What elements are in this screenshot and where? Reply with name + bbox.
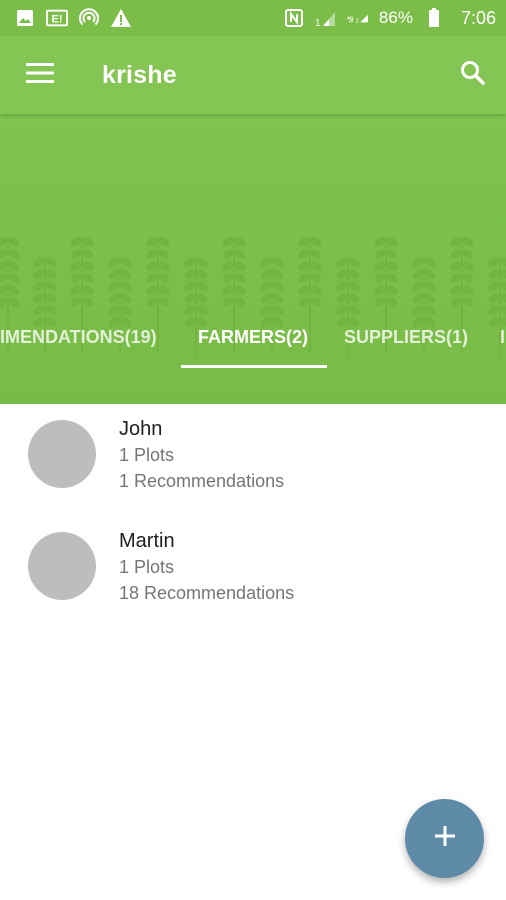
avatar — [28, 420, 96, 488]
tab-next[interactable]: I — [500, 306, 505, 368]
status-icons-left: E! — [14, 7, 132, 29]
toolbar: krishe — [0, 36, 506, 114]
hotspot-icon — [78, 7, 100, 29]
active-tab-indicator — [181, 365, 327, 368]
list-item-text: John 1 Plots 1 Recommendations — [119, 416, 284, 494]
status-bar: E! 1 4G 2 86% 7:06 — [0, 0, 506, 36]
warning-icon — [110, 7, 132, 29]
farmer-recommendations: 1 Recommendations — [119, 471, 285, 491]
app-title: krishe — [102, 60, 177, 89]
farmer-plots: 1 Plots — [119, 445, 175, 465]
signal-1-icon: 1 — [315, 7, 337, 29]
farmer-list: John 1 Plots 1 Recommendations Martin 1 … — [0, 404, 506, 628]
tab-farmers[interactable]: FARMERS(2) — [198, 306, 308, 368]
svg-text:4G: 4G — [347, 16, 354, 22]
avatar — [28, 532, 96, 600]
e-ticket-icon: E! — [46, 7, 68, 29]
search-icon — [460, 60, 486, 91]
menu-button[interactable] — [0, 36, 80, 114]
tab-suppliers[interactable]: SUPPLIERS(1) — [344, 306, 468, 368]
farmer-name: John — [119, 418, 163, 440]
svg-text:1: 1 — [315, 18, 321, 27]
battery-percent: 86% — [378, 8, 413, 27]
list-item[interactable]: John 1 Plots 1 Recommendations — [0, 404, 506, 516]
farmer-plots: 1 Plots — [119, 557, 175, 577]
status-time: 7:06 — [460, 7, 496, 28]
svg-text:E!: E! — [52, 14, 63, 26]
svg-text:2: 2 — [356, 18, 359, 24]
add-farmer-button[interactable] — [405, 799, 484, 878]
nfc-icon — [283, 7, 305, 29]
image-icon — [14, 7, 36, 29]
hamburger-menu-icon — [26, 62, 54, 89]
status-icons-right: 1 4G 2 86% 7:06 — [283, 7, 496, 29]
list-item-text: Martin 1 Plots 18 Recommendations — [119, 528, 294, 606]
battery-icon — [423, 7, 445, 29]
list-item[interactable]: Martin 1 Plots 18 Recommendations — [0, 516, 506, 628]
signal-2-icon: 4G 2 — [347, 7, 369, 29]
tab-bar: IMENDATIONS(19) FARMERS(2) SUPPLIERS(1) … — [0, 306, 506, 368]
farmer-name: Martin — [119, 530, 175, 552]
add-icon — [434, 825, 456, 852]
search-button[interactable] — [440, 36, 506, 114]
tab-recommendations[interactable]: IMENDATIONS(19) — [0, 306, 157, 368]
farmer-recommendations: 18 Recommendations — [119, 583, 295, 603]
